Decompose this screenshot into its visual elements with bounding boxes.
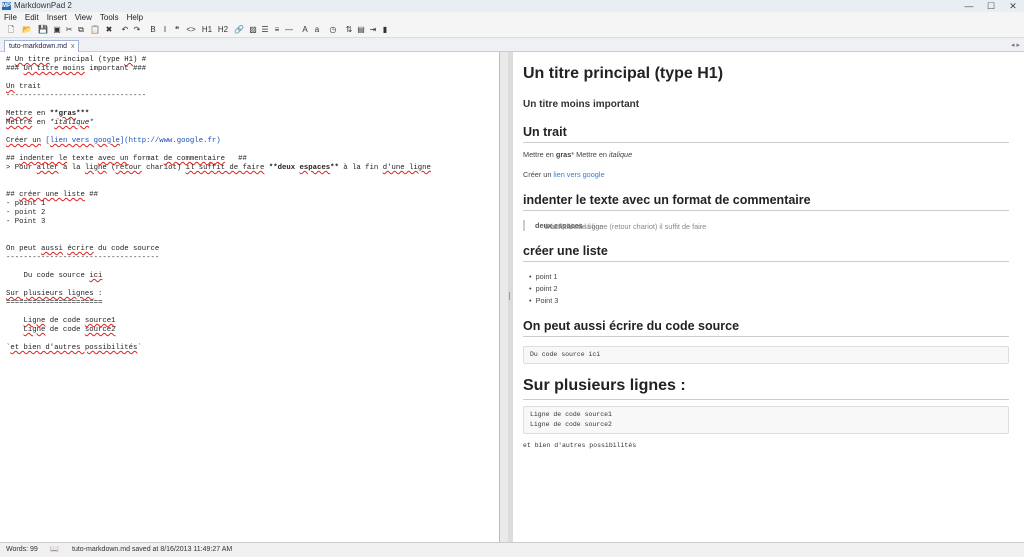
- timestamp-icon[interactable]: ◷: [328, 25, 338, 35]
- inline-code: et bien d'autres possibilités: [523, 442, 637, 449]
- editor-line: Mettre en *italique*: [6, 119, 94, 127]
- editor-line: # Un titre principal (type H1) #: [6, 56, 147, 64]
- paste-icon[interactable]: 📋: [88, 25, 102, 35]
- editor-line: ## indenter le texte avec un format de c…: [6, 155, 247, 163]
- toggle-icon[interactable]: ▮: [380, 25, 390, 35]
- list-item: • point 2: [529, 284, 558, 293]
- tab-strip: tuto-markdown.md x ◂ ▸: [0, 38, 1024, 52]
- markdown-editor[interactable]: # Un titre principal (type H1) # ### Un …: [0, 52, 500, 542]
- copy-icon[interactable]: ⧉: [76, 25, 86, 35]
- editor-line: `et bien d'autres possibilités`: [6, 344, 142, 352]
- menu-edit[interactable]: Edit: [21, 12, 43, 23]
- close-button[interactable]: ✕: [1002, 0, 1024, 12]
- editor-line: Ligne de code source1: [23, 317, 116, 325]
- menu-bar: File Edit Insert View Tools Help: [0, 12, 1024, 23]
- editor-line: - Point 3: [6, 218, 46, 226]
- menu-insert[interactable]: Insert: [43, 12, 71, 23]
- html-preview: Un titre principal (type H1) Un titre mo…: [513, 52, 1024, 542]
- editor-line: Mettre en **gras***: [6, 110, 90, 118]
- editor-line: Créer un [lien vers google](http://www.g…: [6, 137, 221, 145]
- uppercase-icon[interactable]: A: [300, 25, 310, 35]
- delete-icon[interactable]: ✖: [104, 25, 114, 35]
- new-file-icon[interactable]: 🗋: [4, 25, 18, 35]
- editor-line: ======================: [6, 299, 103, 307]
- bold-icon[interactable]: B: [148, 25, 158, 35]
- preview-h1: Un titre principal (type H1): [523, 65, 724, 82]
- link-icon[interactable]: 🔗: [232, 25, 246, 35]
- italic-icon[interactable]: I: [160, 25, 170, 35]
- sync-scroll-icon[interactable]: ⇅: [344, 25, 354, 35]
- google-link[interactable]: lien vers google: [553, 170, 604, 179]
- title-bar: MP MarkdownPad 2 — ☐ ✕: [0, 0, 1024, 12]
- app-icon: MP: [2, 2, 11, 10]
- redo-icon[interactable]: ↷: [132, 25, 142, 35]
- save-icon[interactable]: 💾: [36, 25, 50, 35]
- heading-rule: [523, 399, 1009, 400]
- heading-rule: [523, 142, 1009, 143]
- list-item: • Point 3: [529, 296, 559, 305]
- preview-paragraph-gras: Mettre en gras* Mettre en italique: [523, 150, 633, 159]
- tab-nav-arrows[interactable]: ◂ ▸: [1011, 41, 1020, 49]
- editor-line: Ligne de code source2: [23, 326, 116, 334]
- toolbar: 🗋 📂 💾 ▣ ✂ ⧉ 📋 ✖ ↶ ↷ B I ❝ <> H1 H2 🔗 ▨ ☰ ≡ ― Aa ◷ ⇅ ▤ ⇥ ▮: [0, 23, 1024, 38]
- open-folder-icon[interactable]: 📂: [20, 25, 34, 35]
- preview-h2-liste: créer une liste: [523, 244, 608, 258]
- code-icon[interactable]: <>: [184, 25, 198, 35]
- heading-rule: [523, 336, 1009, 337]
- status-bar: Words: 99 📖 tuto-markdown.md saved at 8/…: [0, 542, 1024, 557]
- list-item: • point 1: [529, 272, 558, 281]
- heading-rule: [523, 261, 1009, 262]
- preview-h2-trait: Un trait: [523, 125, 567, 139]
- h2-icon[interactable]: H2: [216, 25, 230, 35]
- editor-line: > Pour aller à la ligne (retour chariot)…: [6, 164, 431, 172]
- editor-line: Du code source ici: [6, 272, 103, 280]
- heading-rule: [523, 210, 1009, 211]
- image-icon[interactable]: ▨: [248, 25, 258, 35]
- save-status: tuto-markdown.md saved at 8/16/2013 11:4…: [72, 546, 233, 553]
- undo-icon[interactable]: ↶: [120, 25, 130, 35]
- preview-h2-indent: indenter le texte avec un format de comm…: [523, 193, 811, 207]
- preview-paragraph-link: Créer un lien vers google: [523, 170, 605, 179]
- bullet-list-icon[interactable]: ☰: [260, 25, 270, 35]
- editor-line: - point 1: [6, 200, 46, 208]
- quote-icon[interactable]: ❝: [172, 25, 182, 35]
- book-icon: 📖: [50, 546, 59, 553]
- editor-scrollbar[interactable]: [500, 52, 508, 542]
- menu-tools[interactable]: Tools: [96, 12, 123, 23]
- minimize-button[interactable]: —: [958, 0, 980, 12]
- horizontal-rule-icon[interactable]: ―: [284, 25, 294, 35]
- blockquote: Pour aller à la ligne (retour chariot) i…: [523, 220, 1011, 231]
- preview-h2-code: On peut aussi écrire du code source: [523, 319, 740, 333]
- cut-icon[interactable]: ✂: [64, 25, 74, 35]
- editor-line: --------------------------------: [6, 92, 147, 100]
- preview-icon[interactable]: ▤: [356, 25, 366, 35]
- menu-help[interactable]: Help: [123, 12, 147, 23]
- editor-line: -----------------------------------: [6, 254, 160, 262]
- tab-tuto-markdown[interactable]: tuto-markdown.md x: [4, 40, 80, 52]
- editor-line: ## créer une liste ##: [6, 191, 98, 199]
- code-block: Du code source ici: [523, 346, 1009, 364]
- editor-line: - point 2: [6, 209, 46, 217]
- lowercase-icon[interactable]: a: [312, 25, 322, 35]
- editor-line: ### Un titre moins important ###: [6, 65, 147, 73]
- editor-line: Sur plusieurs lignes :: [6, 290, 103, 298]
- export-icon[interactable]: ⇥: [368, 25, 378, 35]
- save-all-icon[interactable]: ▣: [52, 25, 62, 35]
- menu-file[interactable]: File: [0, 12, 21, 23]
- code-block: Ligne de code source1 Ligne de code sour…: [523, 406, 1009, 434]
- h1-icon[interactable]: H1: [200, 25, 214, 35]
- preview-h1-multi: Sur plusieurs lignes :: [523, 377, 686, 394]
- window-title: MarkdownPad 2: [14, 1, 72, 10]
- preview-h3: Un titre moins important: [523, 99, 640, 110]
- tab-label: tuto-markdown.md: [9, 43, 67, 50]
- menu-view[interactable]: View: [71, 12, 96, 23]
- word-count: Words: 99: [6, 546, 38, 553]
- tab-close-icon[interactable]: x: [71, 43, 75, 50]
- maximize-button[interactable]: ☐: [980, 0, 1002, 12]
- editor-line: On peut aussi écrire du code source: [6, 245, 160, 253]
- editor-line: Un trait: [6, 83, 42, 91]
- numbered-list-icon[interactable]: ≡: [272, 25, 282, 35]
